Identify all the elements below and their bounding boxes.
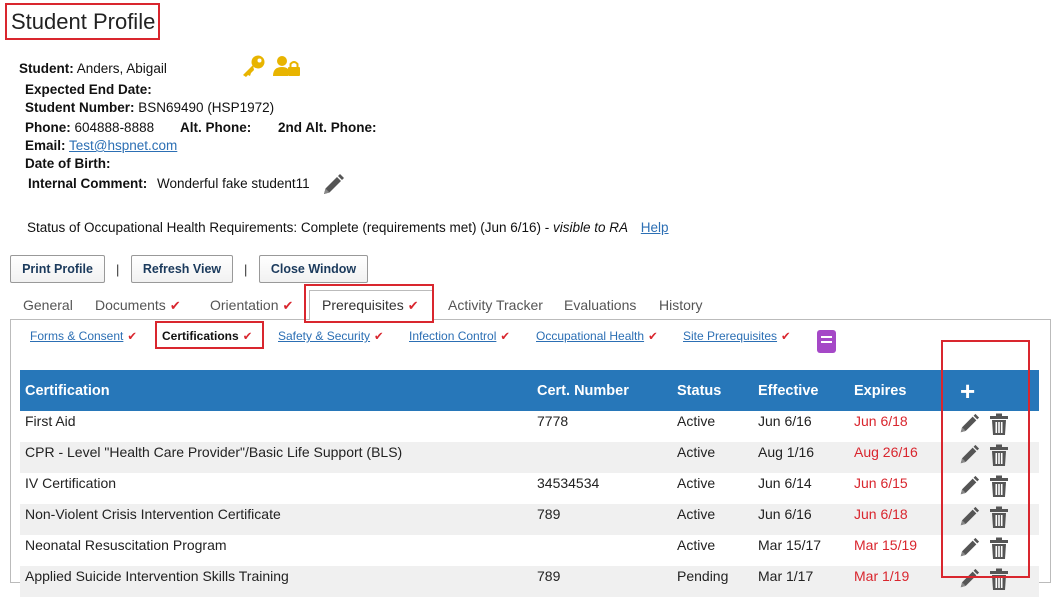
table-row: Neonatal Resuscitation Program Active Mar … [20,535,1039,566]
cell-expires: Mar 1/19 [849,566,945,597]
check-icon: ✔ [127,331,138,343]
header-status[interactable]: Status [672,370,753,411]
tab-activity-tracker[interactable]: Activity Tracker [448,297,543,313]
email-link[interactable]: Test@hspnet.com [69,138,177,153]
email-label: Email: [25,138,66,153]
header-certification[interactable]: Certification [20,370,532,411]
table-row: Applied Suicide Intervention Skills Trai… [20,566,1039,597]
user-lock-icon[interactable] [273,55,301,77]
certifications-subtab-highlight [155,321,264,349]
page-title: Student Profile [11,9,156,34]
table-header-row: Certification Cert. Number Status Effect… [20,370,1039,411]
subtab-safety-security[interactable]: Safety & Security ✔ [278,329,384,343]
cell-expires: Jun 6/18 [854,413,908,429]
phone-row: Phone: 604888-8888 [25,120,154,135]
student-number-row: Student Number: BSN69490 (HSP1972) [25,100,274,115]
cell-cert-number: 34534534 [537,475,600,491]
cell-status: Active [677,475,716,491]
tab-evaluations[interactable]: Evaluations [564,297,636,313]
tab-orientation[interactable]: Orientation ✔ [210,297,293,314]
cell-cert-number [532,535,672,566]
tab-documents[interactable]: Documents ✔ [95,297,181,314]
cell-effective: Aug 1/16 [753,442,849,473]
dob-label: Date of Birth: [25,156,111,171]
internal-comment-label: Internal Comment: [28,176,148,191]
header-effective[interactable]: Effective [753,370,849,411]
check-icon: ✔ [374,331,384,343]
print-profile-button[interactable]: Print Profile [10,255,105,283]
table-row: First Aid 7778 Active Jun 6/16 Jun 6/18 [20,411,1039,442]
cell-certification: IV Certification [25,475,117,491]
cell-expires: Jun 6/15 [854,475,908,491]
cell-status: Active [677,537,716,553]
check-icon: ✔ [169,298,181,313]
cell-effective: Mar 1/17 [753,566,849,597]
check-icon: ✔ [282,298,294,313]
prerequisites-tab-highlight [304,284,434,323]
internal-comment-row: Internal Comment: Wonderful fake student… [28,176,310,191]
cell-effective: Jun 6/16 [758,413,812,429]
check-icon: ✔ [648,331,658,343]
cell-status: Pending [672,566,753,597]
status-visibility: visible to RA [553,220,629,235]
cell-certification: Applied Suicide Intervention Skills Trai… [20,566,532,597]
cell-status: Active [672,442,753,473]
expected-end-date-label: Expected End Date: [25,82,152,97]
student-name: Anders, Abigail [76,61,167,76]
phone-label: Phone: [25,120,71,135]
cell-expires: Mar 15/19 [854,537,918,553]
student-number: BSN69490 (HSP1972) [138,100,275,115]
occupational-health-status: Status of Occupational Health Requiremen… [27,220,669,235]
cell-effective: Mar 15/17 [758,537,822,553]
alt-phone-label: Alt. Phone: [180,120,252,135]
status-text: Status of Occupational Health Requiremen… [27,220,553,235]
cell-certification: CPR - Level "Health Care Provider"/Basic… [20,442,532,473]
cell-effective: Jun 6/14 [758,475,812,491]
cell-status: Active [672,504,753,535]
student-number-label: Student Number: [25,100,135,115]
certifications-table: Certification Cert. Number Status Effect… [20,370,1039,597]
button-separator: | [244,262,248,277]
table-row: IV Certification 34534534 Active Jun 6/14 Ju… [20,473,1039,504]
button-separator: | [116,262,120,277]
tab-general[interactable]: General [23,297,73,313]
check-icon: ✔ [500,331,511,343]
table-row: CPR - Level "Health Care Provider"/Basic… [20,442,1039,473]
cell-certification: First Aid [25,413,76,429]
phone-value: 604888-8888 [74,120,155,135]
cell-certification: Neonatal Resuscitation Program [25,537,227,553]
close-window-button[interactable]: Close Window [259,255,368,283]
dob-row: Date of Birth: [25,156,111,171]
header-expires[interactable]: Expires [849,370,945,411]
cell-cert-number: 7778 [537,413,569,429]
cell-expires: Jun 6/18 [849,504,945,535]
expected-end-date-row: Expected End Date: [25,82,152,97]
student-name-row: Student: Anders, Abigail [19,61,167,76]
cell-expires: Aug 26/16 [849,442,945,473]
subtab-site-prerequisites[interactable]: Site Prerequisites ✔ [683,329,791,343]
cell-status: Active [677,413,716,429]
internal-comment-value: Wonderful fake student11 [157,176,310,191]
subtab-infection-control[interactable]: Infection Control ✔ [409,329,510,343]
email-row: Email: Test@hspnet.com [25,138,177,153]
tab-history[interactable]: History [659,297,703,313]
help-link[interactable]: Help [641,220,669,235]
subtab-forms-consent[interactable]: Forms & Consent ✔ [30,329,137,343]
cell-effective: Jun 6/16 [753,504,849,535]
table-row: Non-Violent Crisis Intervention Certific… [20,504,1039,535]
refresh-view-button[interactable]: Refresh View [131,255,233,283]
cell-certification: Non-Violent Crisis Intervention Certific… [20,504,532,535]
second-alt-phone-label: 2nd Alt. Phone: [278,120,377,135]
cell-cert-number: 789 [532,566,672,597]
student-label: Student: [19,61,74,76]
cell-cert-number [532,442,672,473]
actions-column-highlight [941,340,1030,578]
cell-cert-number: 789 [532,504,672,535]
header-cert-number[interactable]: Cert. Number [532,370,672,411]
subtab-occupational-health[interactable]: Occupational Health ✔ [536,329,658,343]
edit-comment-pencil-icon[interactable] [321,173,345,197]
key-icon[interactable] [240,54,266,78]
check-icon: ✔ [781,331,791,343]
book-icon[interactable] [817,330,836,353]
